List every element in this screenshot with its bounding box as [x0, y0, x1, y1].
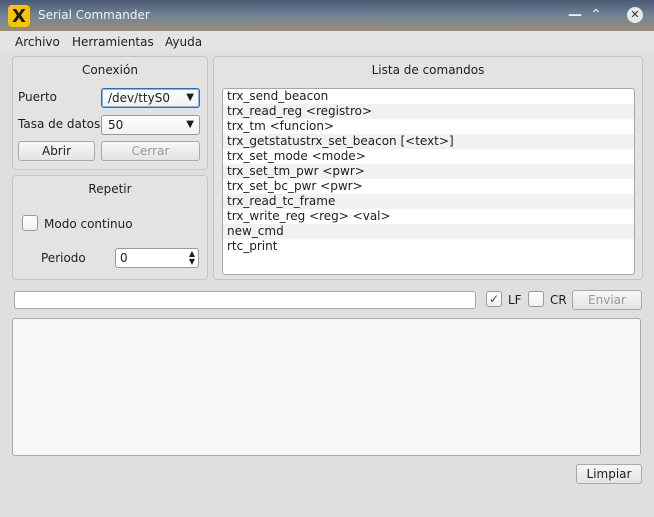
chevron-down-icon: ▼ [186, 119, 194, 130]
repetir-title: Repetir [88, 182, 132, 196]
list-item[interactable]: trx_tm <funcion> [223, 119, 634, 134]
close-button[interactable]: ✕ [627, 7, 643, 23]
cr-label: CR [550, 293, 567, 307]
tasa-label: Tasa de datos [18, 117, 101, 131]
puerto-value: /dev/ttyS0 [108, 91, 170, 105]
tasa-value: 50 [108, 118, 124, 132]
abrir-button[interactable]: Abrir [18, 141, 95, 161]
periodo-spinbox[interactable]: 0 ▲ ▼ [115, 248, 199, 268]
list-item[interactable]: trx_getstatustrx_set_beacon [<text>] [223, 134, 634, 149]
spin-down-icon[interactable]: ▼ [189, 258, 195, 266]
puerto-label: Puerto [18, 90, 57, 104]
enviar-button[interactable]: Enviar [572, 290, 642, 310]
chevron-down-icon: ▼ [186, 92, 194, 103]
list-item[interactable]: trx_set_tm_pwr <pwr> [223, 164, 634, 179]
repetir-group: Repetir Modo continuo Periodo 0 ▲ ▼ [12, 175, 208, 280]
list-item[interactable]: trx_set_bc_pwr <pwr> [223, 179, 634, 194]
conexion-title: Conexión [82, 63, 138, 77]
output-textarea[interactable] [12, 318, 641, 456]
limpiar-button[interactable]: Limpiar [576, 464, 642, 484]
list-item[interactable]: trx_write_reg <reg> <val> [223, 209, 634, 224]
periodo-value: 0 [120, 251, 128, 265]
list-item[interactable]: new_cmd [223, 224, 634, 239]
menu-ayuda[interactable]: Ayuda [165, 35, 202, 49]
list-item[interactable]: trx_send_beacon [223, 89, 634, 104]
list-item[interactable]: trx_read_reg <registro> [223, 104, 634, 119]
menu-herramientas[interactable]: Herramientas [72, 35, 154, 49]
lf-label: LF [508, 293, 522, 307]
periodo-label: Periodo [41, 251, 86, 265]
list-item[interactable]: trx_set_mode <mode> [223, 149, 634, 164]
comandos-title: Lista de comandos [371, 63, 485, 77]
app-window: X Serial Commander — ⌃ ✕ Archivo Herrami… [0, 0, 654, 517]
puerto-select[interactable]: /dev/ttyS0 ▼ [101, 88, 200, 108]
modo-continuo-label: Modo continuo [44, 217, 133, 231]
cr-checkbox[interactable] [528, 291, 544, 307]
minimize-button[interactable]: — [565, 6, 585, 24]
comandos-list[interactable]: trx_send_beacon trx_read_reg <registro> … [222, 88, 635, 275]
list-item[interactable]: trx_read_tc_frame [223, 194, 634, 209]
maximize-button[interactable]: ⌃ [586, 6, 606, 24]
menu-archivo[interactable]: Archivo [15, 35, 60, 49]
title-bar[interactable]: X Serial Commander — ⌃ ✕ [0, 0, 654, 31]
list-item[interactable]: rtc_print [223, 239, 634, 254]
app-logo-icon: X [8, 5, 30, 27]
lf-checkbox[interactable]: ✓ [486, 291, 502, 307]
cerrar-button[interactable]: Cerrar [101, 141, 200, 161]
tasa-select[interactable]: 50 ▼ [101, 115, 200, 135]
conexion-group: Conexión Puerto /dev/ttyS0 ▼ Tasa de dat… [12, 56, 208, 170]
command-input[interactable] [14, 291, 476, 309]
window-title: Serial Commander [38, 8, 150, 22]
comandos-group: Lista de comandos trx_send_beacon trx_re… [213, 56, 643, 280]
modo-continuo-checkbox[interactable] [22, 215, 38, 231]
menu-bar: Archivo Herramientas Ayuda [0, 31, 654, 53]
